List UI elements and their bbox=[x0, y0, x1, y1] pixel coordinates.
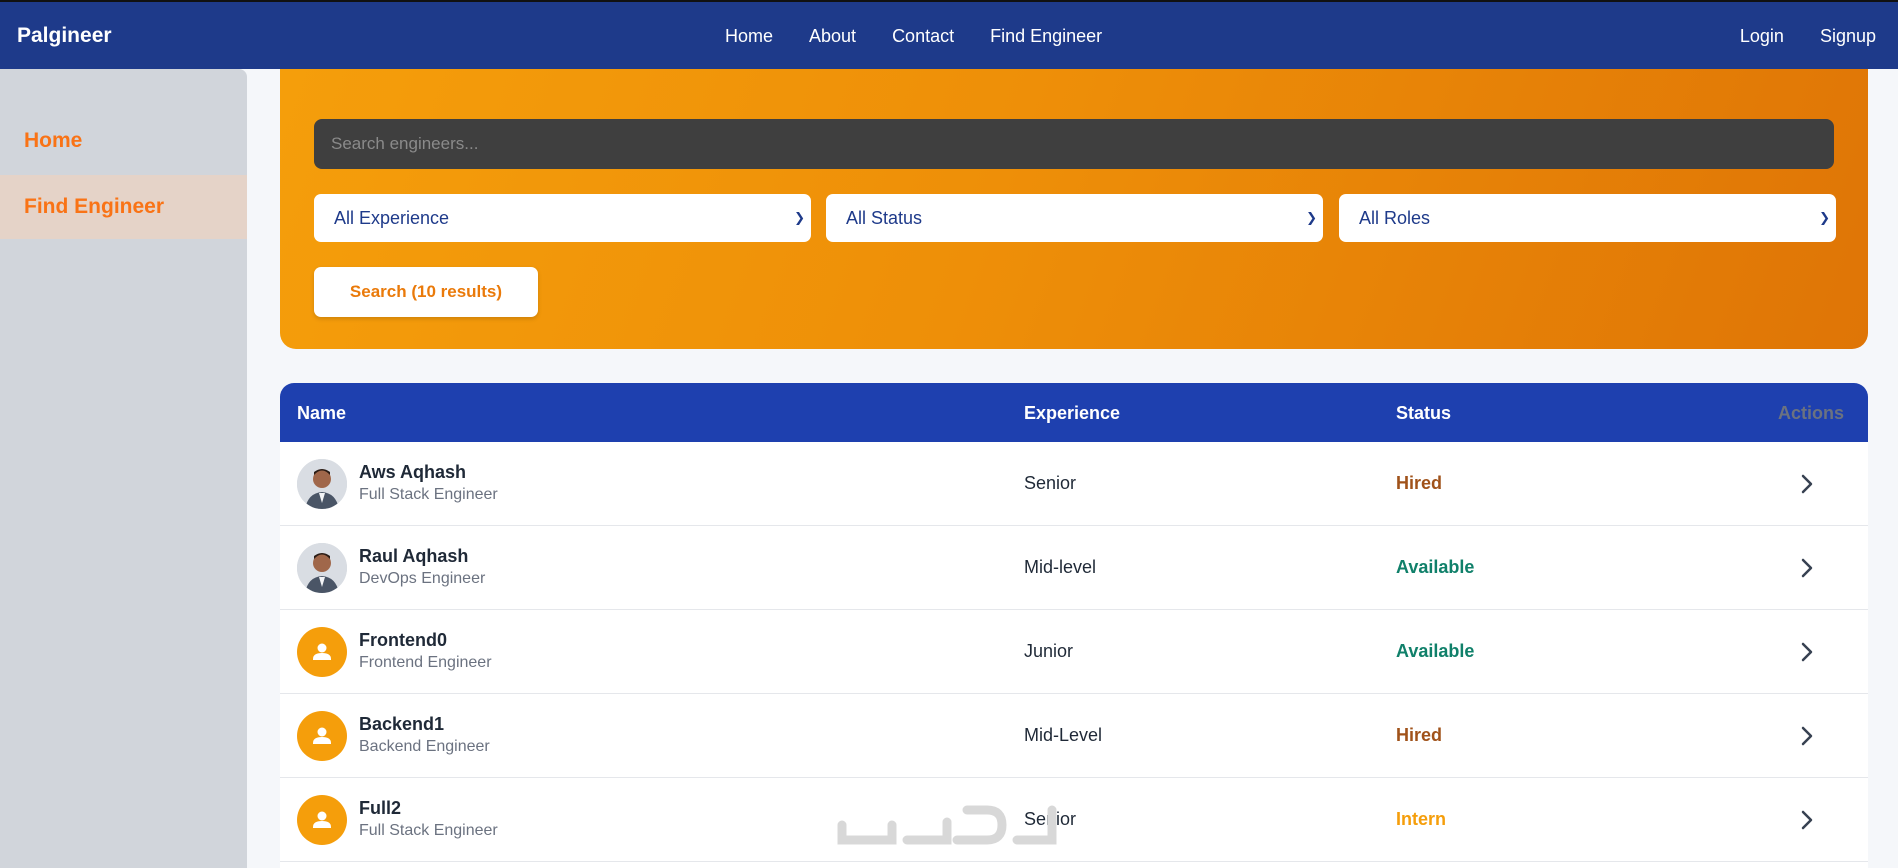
table-row[interactable]: Frontend0 Frontend Engineer Junior Availabl… bbox=[280, 610, 1868, 694]
engineer-experience: Junior bbox=[1024, 641, 1074, 661]
status-filter-select[interactable]: All Status ❯ bbox=[826, 194, 1323, 242]
engineer-role: Backend Engineer bbox=[359, 738, 490, 755]
status-badge: Available bbox=[1396, 557, 1475, 577]
engineer-role: Full Stack Engineer bbox=[359, 486, 498, 503]
chevron-right-icon[interactable] bbox=[1792, 637, 1822, 667]
engineer-name: Raul Aqhash bbox=[359, 546, 469, 566]
chevron-down-icon: ❯ bbox=[1819, 210, 1830, 225]
status-badge: Hired bbox=[1396, 473, 1443, 493]
table-row[interactable]: Full2 Full Stack Engineer Senior Intern bbox=[280, 778, 1868, 862]
brand-logo[interactable]: Palgineer bbox=[17, 24, 112, 48]
chevron-right-icon[interactable] bbox=[1792, 553, 1822, 583]
search-input[interactable] bbox=[314, 119, 1834, 169]
status-badge: Intern bbox=[1396, 809, 1447, 829]
engineer-name: Full2 bbox=[359, 798, 402, 818]
user-icon bbox=[297, 795, 347, 845]
chevron-down-icon: ❯ bbox=[1306, 210, 1317, 225]
roles-filter-select[interactable]: All Roles ❯ bbox=[1339, 194, 1836, 242]
user-icon bbox=[297, 627, 347, 677]
status-badge: Hired bbox=[1396, 725, 1443, 745]
sidebar-item-home[interactable]: Home bbox=[0, 109, 247, 173]
engineer-role: Full Stack Engineer bbox=[359, 822, 498, 839]
chevron-right-icon[interactable] bbox=[1792, 805, 1822, 835]
signup-link[interactable]: Signup bbox=[1820, 26, 1876, 47]
engineer-experience: Mid-level bbox=[1024, 557, 1097, 577]
main-nav: Home About Contact Find Engineer bbox=[725, 26, 1102, 47]
chevron-right-icon[interactable] bbox=[1792, 721, 1822, 751]
experience-filter-value: All Experience bbox=[334, 208, 450, 228]
column-header-name: Name bbox=[297, 403, 347, 423]
engineer-name: Aws Aqhash bbox=[359, 462, 467, 482]
engineer-name: Frontend0 bbox=[359, 630, 447, 650]
chevron-right-icon[interactable] bbox=[1792, 469, 1822, 499]
column-header-status: Status bbox=[1396, 403, 1452, 423]
top-navbar: Palgineer Home About Contact Find Engine… bbox=[0, 0, 1898, 69]
sidebar: Home Find Engineer bbox=[0, 69, 247, 868]
watermark-logo bbox=[837, 805, 1057, 845]
nav-home-link[interactable]: Home bbox=[725, 26, 773, 47]
engineers-table: Name Experience Status Actions Aws Aqhas… bbox=[280, 383, 1868, 868]
table-row[interactable]: Raul Aqhash DevOps Engineer Mid-level Avail… bbox=[280, 526, 1868, 610]
table-row[interactable]: Aws Aqhash Full Stack Engineer Senior Hired bbox=[280, 442, 1868, 526]
column-header-experience: Experience bbox=[1024, 403, 1121, 423]
nav-contact-link[interactable]: Contact bbox=[892, 26, 954, 47]
auth-nav: Login Signup bbox=[1740, 26, 1876, 47]
engineer-name: Backend1 bbox=[359, 714, 445, 734]
status-filter-value: All Status bbox=[846, 208, 923, 228]
table-row[interactable]: Backend1 Backend Engineer Mid-Level Hired bbox=[280, 694, 1868, 778]
engineer-experience: Senior bbox=[1024, 473, 1077, 493]
sidebar-item-find-engineer[interactable]: Find Engineer bbox=[0, 175, 247, 239]
status-badge: Available bbox=[1396, 641, 1475, 661]
avatar bbox=[297, 459, 347, 509]
user-icon bbox=[297, 711, 347, 761]
search-panel: All Experience ❯ All Status ❯ All Roles … bbox=[280, 69, 1868, 349]
roles-filter-value: All Roles bbox=[1359, 208, 1431, 228]
chevron-down-icon: ❯ bbox=[794, 210, 805, 225]
column-header-actions: Actions bbox=[1778, 403, 1845, 423]
table-header: Name Experience Status Actions bbox=[280, 383, 1868, 442]
experience-filter-select[interactable]: All Experience ❯ bbox=[314, 194, 811, 242]
engineer-role: DevOps Engineer bbox=[359, 570, 486, 587]
login-link[interactable]: Login bbox=[1740, 26, 1784, 47]
nav-about-link[interactable]: About bbox=[809, 26, 856, 47]
search-button[interactable]: Search (10 results) bbox=[314, 267, 538, 317]
nav-find-engineer-link[interactable]: Find Engineer bbox=[990, 26, 1102, 47]
avatar bbox=[297, 543, 347, 593]
engineer-role: Frontend Engineer bbox=[359, 654, 492, 671]
engineer-experience: Mid-Level bbox=[1024, 725, 1103, 745]
